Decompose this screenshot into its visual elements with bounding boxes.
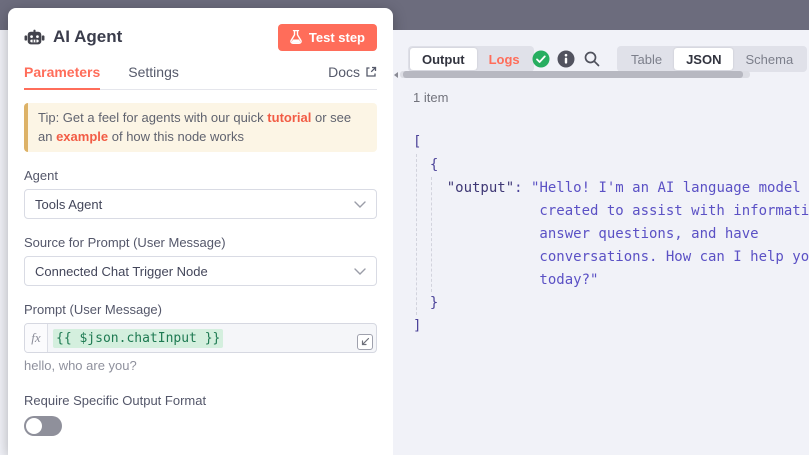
chevron-down-icon <box>354 201 366 208</box>
require-format-label: Require Specific Output Format <box>24 393 377 408</box>
json-line: conversations. How can I help you <box>413 246 809 269</box>
node-settings-panel: AI Agent Test step Parameters Settings D… <box>8 8 393 455</box>
toggle-knob <box>26 418 42 434</box>
example-link[interactable]: example <box>56 129 108 144</box>
expression-value: {{ $json.chatInput }} <box>53 329 223 348</box>
json-viewer: [ { "output": "Hello! I'm an AI language… <box>413 131 809 338</box>
external-link-icon <box>365 66 377 78</box>
expression-preview: hello, who are you? <box>24 358 377 373</box>
tutorial-link[interactable]: tutorial <box>267 110 311 125</box>
tab-schema[interactable]: Schema <box>733 48 805 70</box>
json-line: } <box>413 292 809 315</box>
tab-logs[interactable]: Logs <box>477 48 532 70</box>
node-title: AI Agent <box>53 27 122 47</box>
json-line: "output": "Hello! I'm an AI language mod… <box>413 177 809 200</box>
tab-parameters[interactable]: Parameters <box>24 64 100 89</box>
tab-table[interactable]: Table <box>619 48 674 70</box>
display-mode-switch: Table JSON Schema <box>617 46 807 72</box>
robot-icon <box>24 27 45 48</box>
info-icon[interactable] <box>557 50 575 68</box>
items-count: 1 item <box>413 90 448 105</box>
tab-json[interactable]: JSON <box>674 48 733 70</box>
search-icon[interactable] <box>583 50 601 68</box>
agent-select[interactable]: Tools Agent <box>24 189 377 219</box>
tab-output[interactable]: Output <box>410 48 477 70</box>
scrollbar-thumb[interactable] <box>403 71 743 78</box>
agent-label: Agent <box>24 168 377 183</box>
expression-input[interactable]: {{ $json.chatInput }} <box>48 324 223 352</box>
require-format-toggle[interactable] <box>24 416 62 436</box>
horizontal-scrollbar[interactable] <box>393 71 773 79</box>
node-header: AI Agent Test step <box>24 23 377 51</box>
scroll-left-arrow-icon[interactable] <box>394 72 398 78</box>
expand-expression-icon[interactable] <box>357 334 373 350</box>
json-line: [ <box>413 131 809 154</box>
fx-badge: fx <box>25 324 48 352</box>
panel-tabs: Parameters Settings Docs <box>24 64 377 90</box>
prompt-label: Prompt (User Message) <box>24 302 377 317</box>
json-line: ] <box>413 315 809 338</box>
chevron-down-icon <box>354 268 366 275</box>
tip-callout: Tip: Get a feel for agents with our quic… <box>24 103 377 152</box>
flask-icon <box>290 30 302 44</box>
prompt-source-label: Source for Prompt (User Message) <box>24 235 377 250</box>
docs-link[interactable]: Docs <box>328 64 377 89</box>
json-line: today?" <box>413 269 809 292</box>
json-line: created to assist with information, <box>413 200 809 223</box>
test-step-button[interactable]: Test step <box>278 24 377 51</box>
json-line: { <box>413 154 809 177</box>
output-logs-switch: Output Logs <box>408 46 534 72</box>
prompt-source-select[interactable]: Connected Chat Trigger Node <box>24 256 377 286</box>
scrollbar-track[interactable] <box>400 71 750 78</box>
prompt-expression-field[interactable]: fx {{ $json.chatInput }} <box>24 323 377 353</box>
success-check-icon[interactable] <box>532 50 550 68</box>
output-panel: Output Logs Table JSON Schema 1 item [ {… <box>393 30 809 455</box>
json-code: [ { "output": "Hello! I'm an AI language… <box>413 131 809 338</box>
json-line: answer questions, and have <box>413 223 809 246</box>
tab-settings[interactable]: Settings <box>128 64 179 89</box>
